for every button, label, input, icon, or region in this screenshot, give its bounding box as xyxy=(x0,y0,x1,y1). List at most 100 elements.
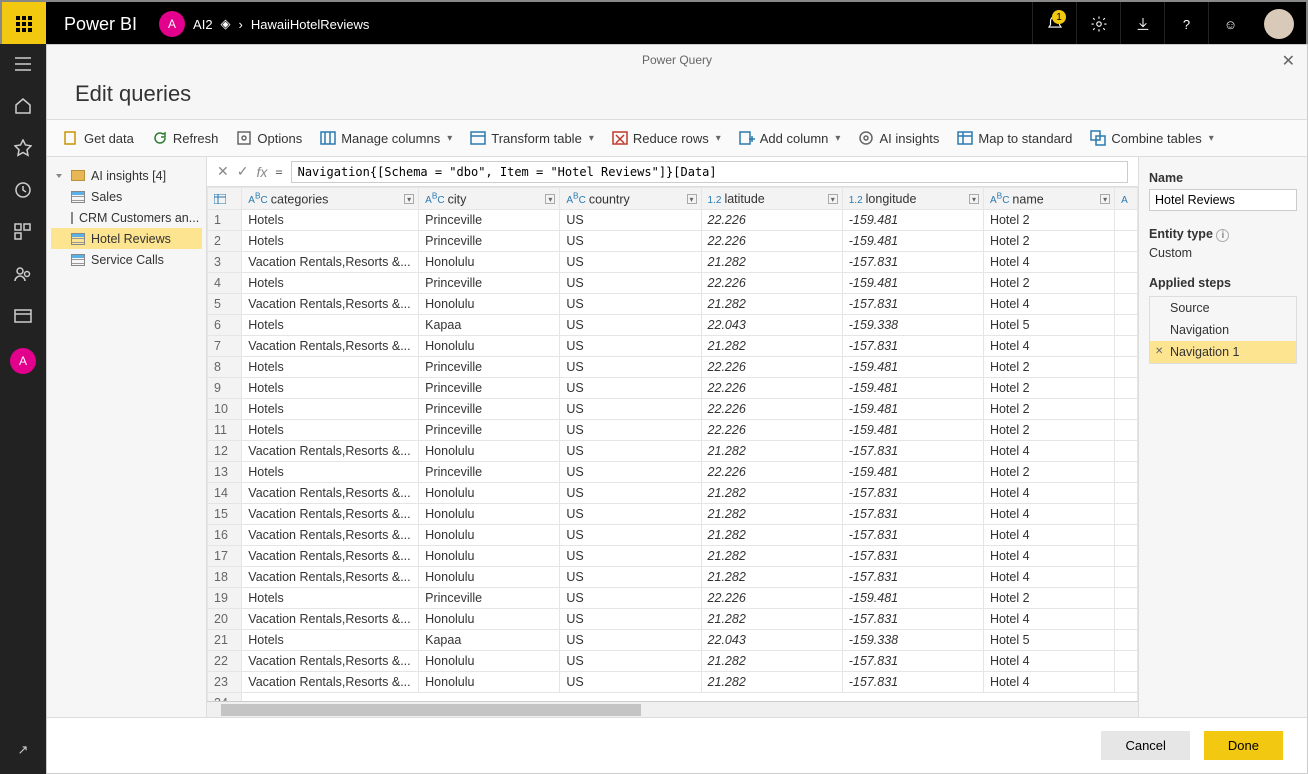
cell[interactable]: Hotels xyxy=(242,273,419,294)
table-row[interactable]: 3Vacation Rentals,Resorts &...HonoluluUS… xyxy=(208,252,1138,273)
cell[interactable]: Hotel 4 xyxy=(983,567,1114,588)
reduce-rows-button[interactable]: Reduce rows▾ xyxy=(610,128,723,148)
corner-cell[interactable] xyxy=(208,188,242,210)
cell[interactable]: -159.481 xyxy=(842,588,983,609)
column-header[interactable]: ABCname▾ xyxy=(983,188,1114,210)
feedback-button[interactable]: ☺ xyxy=(1208,2,1252,46)
cell[interactable]: Hotels xyxy=(242,378,419,399)
cell[interactable]: -159.481 xyxy=(842,210,983,231)
formula-input[interactable] xyxy=(291,161,1128,183)
table-row[interactable]: 4HotelsPrincevilleUS22.226-159.481Hotel … xyxy=(208,273,1138,294)
column-header[interactable]: 1.2longitude▾ xyxy=(842,188,983,210)
cell[interactable]: Hotels xyxy=(242,630,419,651)
query-item[interactable]: Sales xyxy=(51,186,202,207)
transform-table-button[interactable]: Transform table▾ xyxy=(468,128,596,148)
cell[interactable]: Princeville xyxy=(419,231,560,252)
cell[interactable]: 21.282 xyxy=(701,336,842,357)
cell[interactable]: US xyxy=(560,609,701,630)
info-icon[interactable]: i xyxy=(1216,229,1229,242)
query-name-input[interactable] xyxy=(1149,189,1297,211)
cell[interactable]: -157.831 xyxy=(842,672,983,693)
cell[interactable]: Hotel 4 xyxy=(983,294,1114,315)
cell[interactable]: -157.831 xyxy=(842,441,983,462)
table-row[interactable]: 13HotelsPrincevilleUS22.226-159.481Hotel… xyxy=(208,462,1138,483)
download-button[interactable] xyxy=(1120,2,1164,46)
table-row[interactable]: 11HotelsPrincevilleUS22.226-159.481Hotel… xyxy=(208,420,1138,441)
add-column-button[interactable]: Add column▾ xyxy=(737,128,843,148)
cell[interactable]: -159.338 xyxy=(842,315,983,336)
cell[interactable]: Honolulu xyxy=(419,546,560,567)
cell[interactable]: Kapaa xyxy=(419,630,560,651)
cell[interactable]: Princeville xyxy=(419,273,560,294)
cell[interactable]: Hotel 4 xyxy=(983,672,1114,693)
refresh-button[interactable]: Refresh xyxy=(150,128,221,148)
cell[interactable]: US xyxy=(560,588,701,609)
cell[interactable]: US xyxy=(560,567,701,588)
table-row[interactable]: 14Vacation Rentals,Resorts &...HonoluluU… xyxy=(208,483,1138,504)
cell[interactable]: 22.226 xyxy=(701,210,842,231)
cell[interactable]: Hotels xyxy=(242,588,419,609)
cell[interactable]: US xyxy=(560,525,701,546)
nav-apps[interactable] xyxy=(13,222,33,242)
manage-columns-button[interactable]: Manage columns▾ xyxy=(318,128,454,148)
cell[interactable]: Vacation Rentals,Resorts &... xyxy=(242,504,419,525)
cell[interactable]: -157.831 xyxy=(842,336,983,357)
data-grid[interactable]: ABCcategories▾ABCcity▾ABCcountry▾1.2lati… xyxy=(207,187,1138,701)
cell[interactable]: Hotel 5 xyxy=(983,315,1114,336)
menu-toggle[interactable] xyxy=(13,54,33,74)
cell[interactable]: US xyxy=(560,336,701,357)
cell[interactable]: Hotel 4 xyxy=(983,609,1114,630)
cell[interactable]: Hotel 4 xyxy=(983,252,1114,273)
cell[interactable]: 22.226 xyxy=(701,462,842,483)
cell[interactable]: Hotel 2 xyxy=(983,210,1114,231)
cell[interactable]: 21.282 xyxy=(701,567,842,588)
settings-button[interactable] xyxy=(1076,2,1120,46)
cell[interactable]: Vacation Rentals,Resorts &... xyxy=(242,609,419,630)
table-row[interactable]: 6HotelsKapaaUS22.043-159.338Hotel 5 xyxy=(208,315,1138,336)
cell[interactable]: Hotel 2 xyxy=(983,462,1114,483)
cell[interactable]: Hotel 2 xyxy=(983,399,1114,420)
cell[interactable]: Hotels xyxy=(242,399,419,420)
cell[interactable]: US xyxy=(560,420,701,441)
applied-step[interactable]: Source xyxy=(1150,297,1296,319)
cell[interactable]: Princeville xyxy=(419,378,560,399)
cell[interactable]: Honolulu xyxy=(419,504,560,525)
cell[interactable]: 21.282 xyxy=(701,609,842,630)
cell[interactable]: Hotel 2 xyxy=(983,273,1114,294)
table-row[interactable]: 7Vacation Rentals,Resorts &...HonoluluUS… xyxy=(208,336,1138,357)
cell[interactable]: -157.831 xyxy=(842,483,983,504)
breadcrumb[interactable]: A AI2 ◈ › HawaiiHotelReviews xyxy=(159,11,369,37)
cell[interactable]: Kapaa xyxy=(419,315,560,336)
column-filter-icon[interactable]: ▾ xyxy=(404,194,414,204)
cell[interactable]: US xyxy=(560,315,701,336)
cell[interactable]: Vacation Rentals,Resorts &... xyxy=(242,252,419,273)
formula-commit[interactable]: ✓ xyxy=(237,163,249,180)
cell[interactable]: -157.831 xyxy=(842,294,983,315)
cell[interactable]: Hotel 2 xyxy=(983,420,1114,441)
notifications-button[interactable]: 1 xyxy=(1032,2,1076,46)
cell[interactable]: Hotel 2 xyxy=(983,378,1114,399)
cell[interactable]: -157.831 xyxy=(842,546,983,567)
horizontal-scrollbar[interactable] xyxy=(207,701,1138,717)
cell[interactable]: Vacation Rentals,Resorts &... xyxy=(242,294,419,315)
cell[interactable]: Hotel 4 xyxy=(983,546,1114,567)
formula-cancel[interactable]: ✕ xyxy=(217,163,229,180)
cell[interactable]: US xyxy=(560,441,701,462)
cell[interactable]: Hotel 2 xyxy=(983,588,1114,609)
nav-workspaces[interactable] xyxy=(13,306,33,326)
cell[interactable]: Honolulu xyxy=(419,441,560,462)
cell[interactable]: Princeville xyxy=(419,399,560,420)
cell[interactable]: -157.831 xyxy=(842,504,983,525)
cell[interactable]: 21.282 xyxy=(701,546,842,567)
cell[interactable]: Hotels xyxy=(242,420,419,441)
query-item[interactable]: Service Calls xyxy=(51,249,202,270)
column-header[interactable]: ABCcountry▾ xyxy=(560,188,701,210)
cell[interactable]: Hotel 4 xyxy=(983,483,1114,504)
cell[interactable]: Hotel 4 xyxy=(983,525,1114,546)
cell[interactable]: US xyxy=(560,231,701,252)
cell[interactable]: -159.481 xyxy=(842,420,983,441)
map-standard-button[interactable]: Map to standard xyxy=(955,128,1074,148)
app-launcher[interactable] xyxy=(2,2,46,46)
cell[interactable]: -157.831 xyxy=(842,252,983,273)
table-row[interactable]: 16Vacation Rentals,Resorts &...HonoluluU… xyxy=(208,525,1138,546)
